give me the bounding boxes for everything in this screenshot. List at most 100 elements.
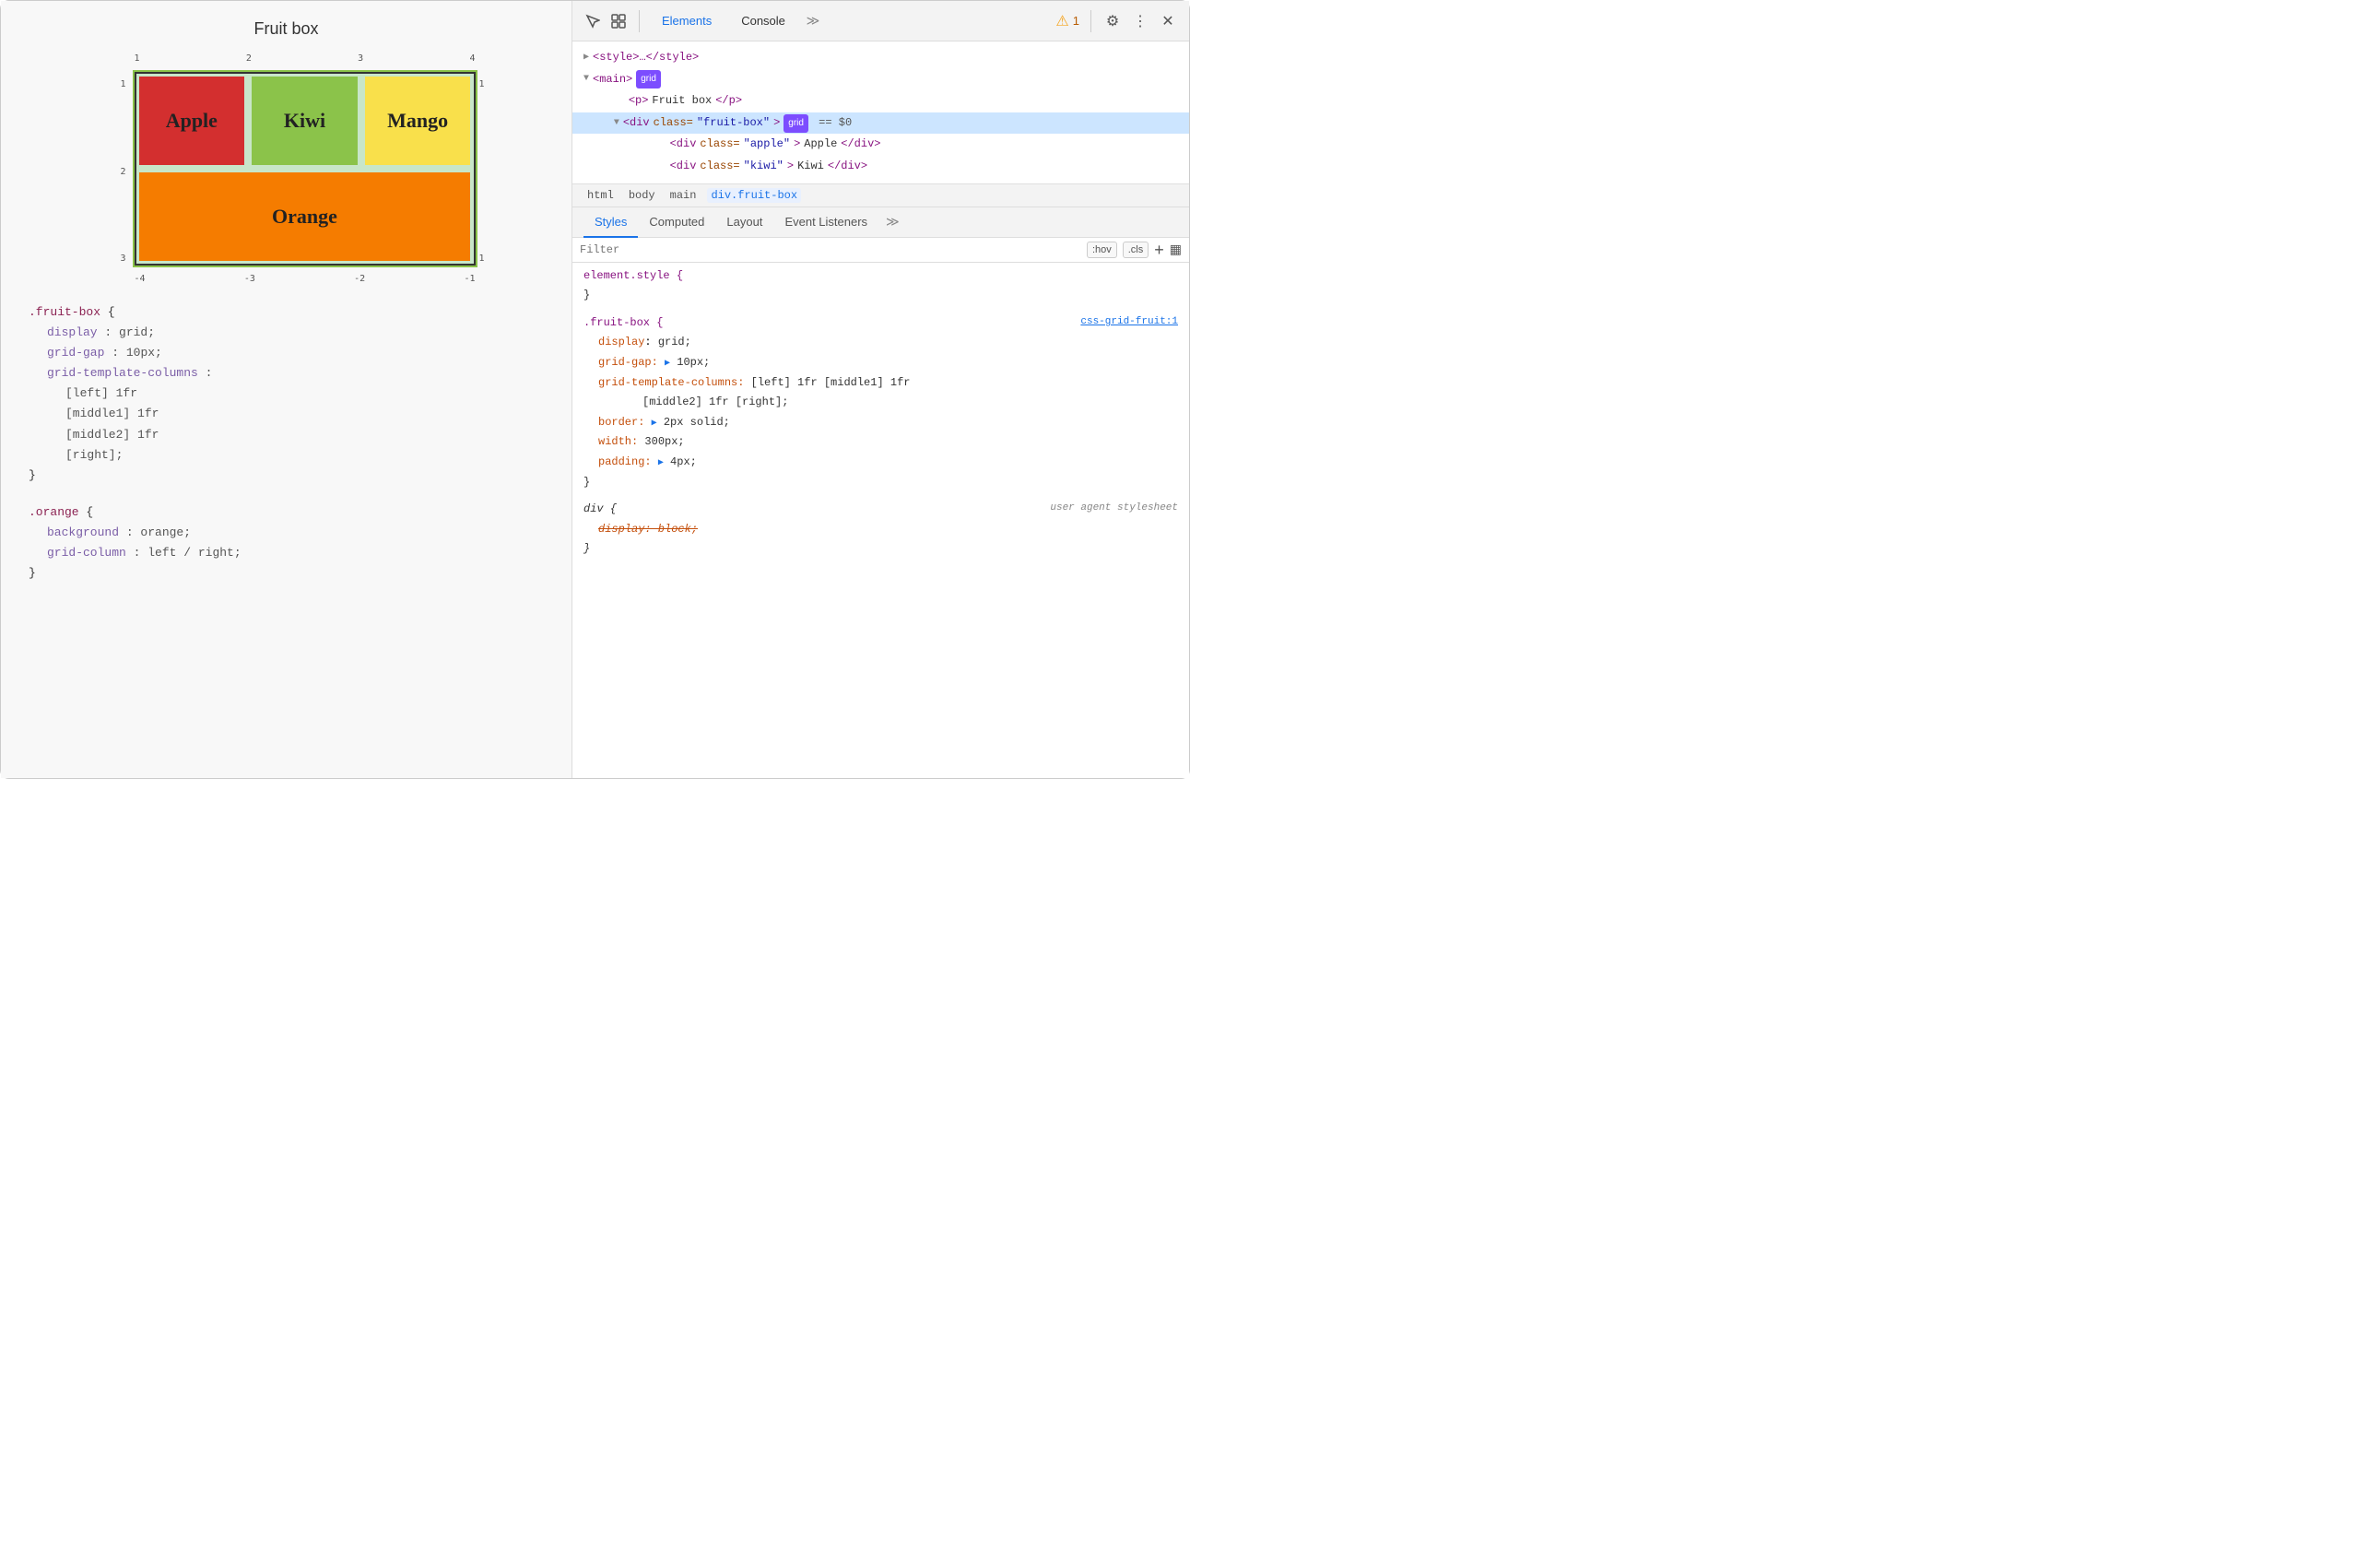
panel-title: Fruit box (29, 19, 544, 39)
html-div-fruit-box-line[interactable]: ▼ <div class="fruit-box"> grid == $0 (572, 112, 1189, 135)
code-line: background : orange; (29, 523, 544, 543)
element-style-rule: element.style { } (583, 266, 1178, 306)
code-line: [left] 1fr (29, 384, 544, 404)
tab-computed[interactable]: Computed (638, 207, 715, 238)
fruit-box-rule: css-grid-fruit:1 .fruit-box { display: g… (583, 313, 1178, 492)
grid-num-bot-3: -2 (354, 274, 365, 284)
toolbar-divider-2 (1090, 10, 1091, 32)
css-rule-close-2: } (583, 473, 1178, 493)
breadcrumb-body[interactable]: body (625, 188, 659, 203)
grid-num-left-2: 2 (121, 167, 126, 177)
styles-tabs-more-icon[interactable]: ≫ (882, 208, 903, 235)
styles-tabs: Styles Computed Layout Event Listeners ≫ (572, 207, 1189, 238)
collapse-icon[interactable]: ▶ (583, 50, 589, 66)
code-line: [middle1] 1fr (29, 404, 544, 424)
grid-num-bot-2: -3 (244, 274, 255, 284)
grid-visualization: 1 2 3 4 1 2 3 -1 -1 -4 -3 -2 -1 (29, 53, 544, 284)
css-source-link[interactable]: css-grid-fruit:1 (1080, 313, 1178, 332)
css-rule-close: } (583, 286, 1178, 306)
code-line: display : grid; (29, 323, 544, 343)
css-rules-panel: element.style { } css-grid-fruit:1 .frui… (572, 263, 1189, 778)
grid-numbers-left: 1 2 3 (121, 79, 126, 264)
css-prop-display: display: grid; (583, 333, 1178, 353)
dollar-badge: == $0 (812, 113, 852, 134)
breadcrumb-main[interactable]: main (666, 188, 701, 203)
tab-layout[interactable]: Layout (715, 207, 773, 238)
code-line: } (29, 563, 544, 584)
css-prop-columns-2: [middle2] 1fr [right]; (583, 393, 1178, 413)
expand-icon[interactable]: ▼ (583, 71, 589, 88)
css-prop-columns: grid-template-columns: [left] 1fr [middl… (583, 373, 1178, 394)
fruit-grid: Apple Kiwi Mango Orange (135, 72, 476, 266)
code-line: .fruit-box { (29, 302, 544, 323)
grid-num-bot-4: -1 (464, 274, 475, 284)
grid-container: 1 2 3 4 1 2 3 -1 -1 -4 -3 -2 -1 (88, 53, 485, 284)
close-icon[interactable]: ✕ (1158, 11, 1178, 31)
tab-console[interactable]: Console (730, 10, 796, 31)
breadcrumb-div-fruit-box[interactable]: div.fruit-box (707, 188, 801, 203)
grid-numbers-top: 1 2 3 4 (135, 53, 476, 64)
css-prop-padding: padding: ▶ 4px; (583, 453, 1178, 473)
code-line: grid-gap : 10px; (29, 343, 544, 363)
tab-event-listeners[interactable]: Event Listeners (773, 207, 878, 238)
code-line: .orange { (29, 502, 544, 523)
fruit-box-code: .fruit-box { display : grid; grid-gap : … (29, 302, 544, 486)
orange-cell: Orange (139, 172, 471, 261)
html-div-apple-line[interactable]: <div class="apple">Apple</div> (583, 134, 1178, 156)
user-agent-label: user agent stylesheet (1050, 500, 1178, 518)
breadcrumb-html[interactable]: html (583, 188, 618, 203)
html-tree: ▶ <style>…</style> ▼ <main> grid <p>Frui… (572, 41, 1189, 184)
overflow-menu-icon[interactable]: ⋮ (1130, 11, 1150, 31)
mango-cell: Mango (365, 77, 471, 165)
div-user-agent-rule: user agent stylesheet div { display: blo… (583, 500, 1178, 560)
orange-code: .orange { background : orange; grid-colu… (29, 502, 544, 584)
left-panel: Fruit box 1 2 3 4 1 2 3 -1 -1 (1, 1, 572, 778)
grid-badge: grid (636, 70, 661, 89)
html-main-line[interactable]: ▼ <main> grid (583, 69, 1178, 91)
tab-styles[interactable]: Styles (583, 207, 638, 238)
code-line: grid-column : left / right; (29, 543, 544, 563)
warning-badge[interactable]: ⚠ 1 (1055, 12, 1079, 30)
devtools-toolbar: Elements Console ≫ ⚠ 1 ⚙ ⋮ ✕ (572, 1, 1189, 41)
breadcrumb-bar: html body main div.fruit-box (572, 184, 1189, 207)
code-section: .fruit-box { display : grid; grid-gap : … (29, 302, 544, 584)
expand-icon-2[interactable]: ▼ (614, 115, 619, 132)
cursor-icon[interactable] (583, 12, 602, 30)
grid-num-bot-1: -4 (135, 274, 146, 284)
grid-badge-2: grid (784, 114, 808, 133)
css-prop-display-block: display: block; (583, 520, 1178, 540)
html-div-kiwi-line[interactable]: <div class="kiwi">Kiwi</div> (583, 156, 1178, 178)
right-panel: Elements Console ≫ ⚠ 1 ⚙ ⋮ ✕ ▶ <style>…<… (572, 1, 1189, 778)
html-p-line[interactable]: <p>Fruit box</p> (583, 90, 1178, 112)
cls-button[interactable]: .cls (1123, 242, 1149, 258)
grid-num-top-2: 2 (246, 53, 252, 64)
grid-num-left-1: 1 (121, 79, 126, 89)
css-prop-gap: grid-gap: ▶ 10px; (583, 353, 1178, 373)
code-line: [middle2] 1fr (29, 425, 544, 445)
css-rule-close-3: } (583, 539, 1178, 560)
more-tabs-icon[interactable]: ≫ (804, 12, 822, 30)
css-rule-selector-line-3: user agent stylesheet div { (583, 500, 1178, 520)
css-rule-selector-line: element.style { (583, 266, 1178, 287)
filter-input[interactable] (580, 243, 1081, 256)
apple-cell: Apple (139, 77, 245, 165)
grid-num-top-4: 4 (469, 53, 475, 64)
css-prop-width: width: 300px; (583, 432, 1178, 453)
hov-button[interactable]: :hov (1087, 242, 1117, 258)
styles-filter: :hov .cls + ▦ (572, 238, 1189, 263)
toolbar-divider (639, 10, 640, 32)
css-rule-selector-line: css-grid-fruit:1 .fruit-box { (583, 313, 1178, 334)
code-line: } (29, 466, 544, 486)
grid-num-top-3: 3 (358, 53, 363, 64)
grid-num-top-1: 1 (135, 53, 140, 64)
tab-elements[interactable]: Elements (651, 10, 723, 31)
kiwi-cell: Kiwi (252, 77, 358, 165)
grid-num-left-3: 3 (121, 254, 126, 264)
code-line: [right]; (29, 445, 544, 466)
settings-icon[interactable]: ⚙ (1102, 11, 1123, 31)
toggle-dark-icon[interactable]: ▦ (1170, 242, 1182, 257)
inspect-icon[interactable] (609, 12, 628, 30)
html-style-line[interactable]: ▶ <style>…</style> (583, 47, 1178, 69)
css-prop-border: border: ▶ 2px solid; (583, 413, 1178, 433)
add-rule-icon[interactable]: + (1154, 242, 1164, 258)
